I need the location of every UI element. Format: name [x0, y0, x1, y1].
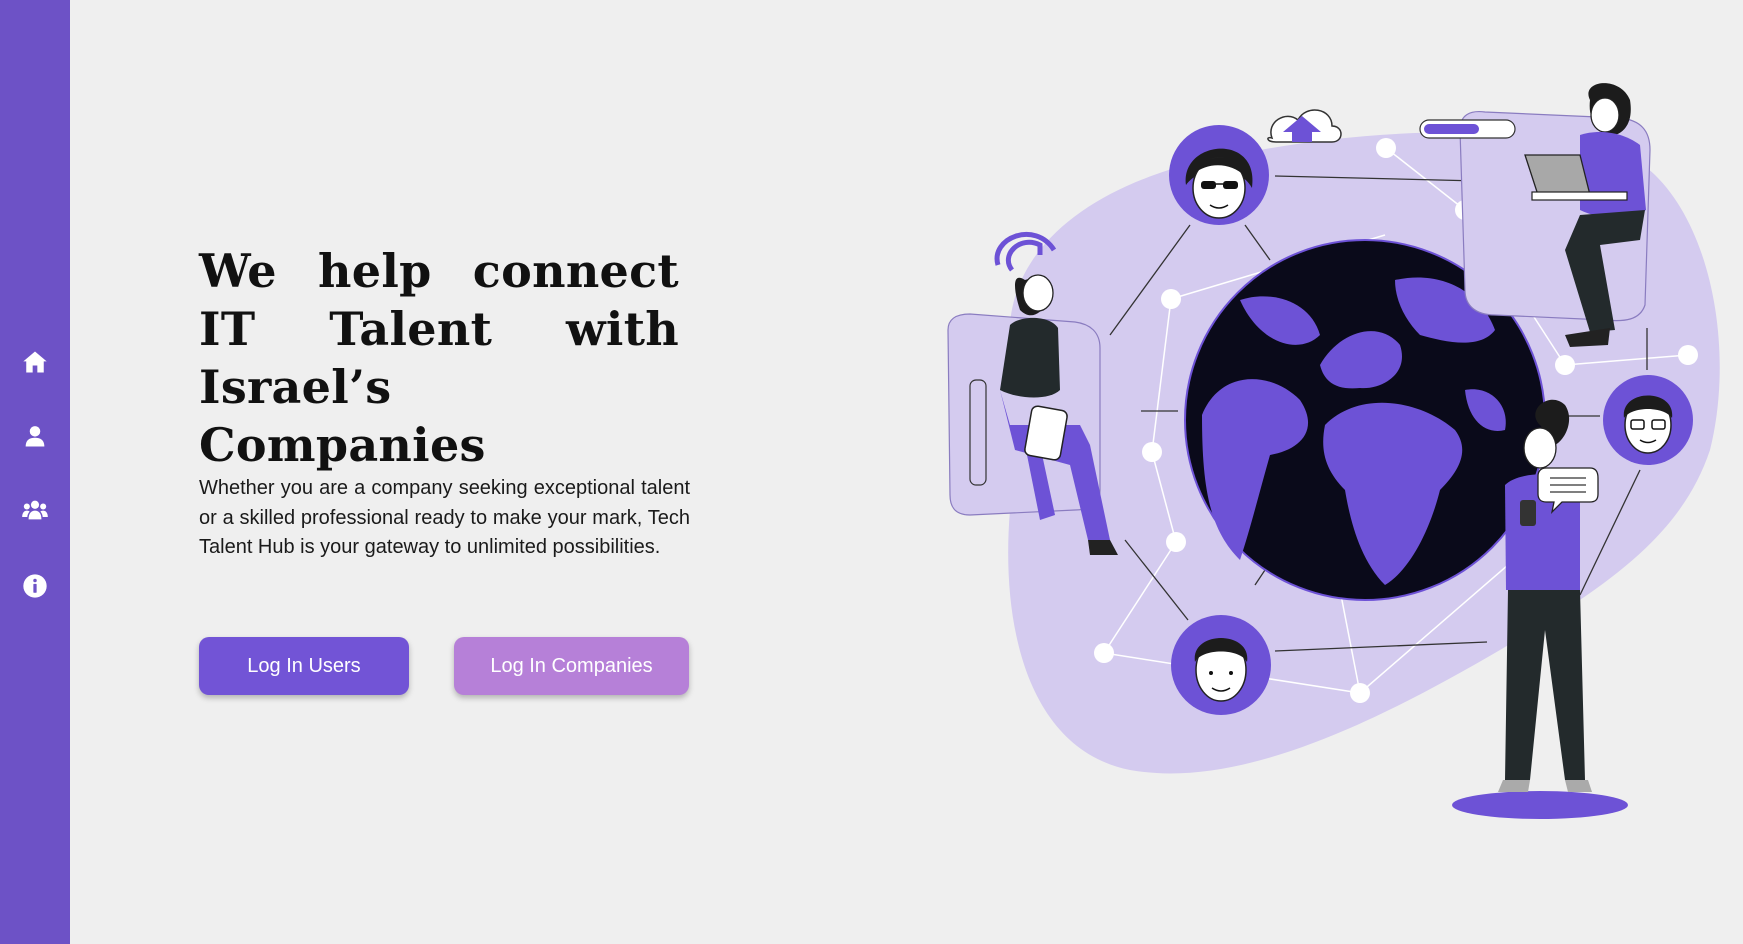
page-title: We help connect IT Talent with Israel’s …: [199, 244, 679, 472]
hero-description: Whether you are a company seeking except…: [199, 477, 690, 558]
info-icon[interactable]: [19, 570, 51, 602]
home-icon[interactable]: [19, 346, 51, 378]
login-companies-button[interactable]: Log In Companies: [454, 637, 689, 695]
users-icon[interactable]: [19, 494, 51, 526]
user-icon[interactable]: [19, 420, 51, 452]
login-users-button[interactable]: Log In Users: [199, 637, 409, 695]
sidebar: [0, 0, 70, 944]
network-illustration: [947, 83, 1720, 819]
